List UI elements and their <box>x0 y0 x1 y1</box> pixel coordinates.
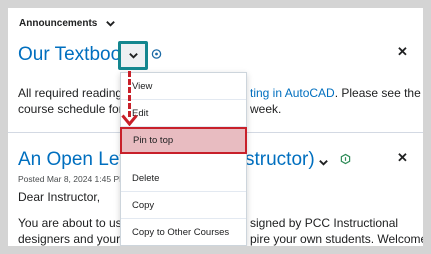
post2-meta: Posted Mar 8, 2024 1:45 PM <box>18 174 127 184</box>
menu-item-copy[interactable]: Copy <box>121 192 246 219</box>
chevron-down-icon <box>128 53 138 59</box>
annotation-arrow-head-icon <box>121 114 138 126</box>
dismiss-post1-close-icon[interactable]: ✕ <box>397 44 408 60</box>
menu-item-delete[interactable]: Delete <box>121 165 246 192</box>
post2-body-line1-tail: signed by PCC Instructional <box>250 216 399 230</box>
badge-icon <box>340 153 351 165</box>
dismiss-post2-close-icon[interactable]: ✕ <box>397 150 408 166</box>
widget-menu-chevron-icon[interactable] <box>105 18 116 29</box>
post2-body-line2-tail: pire your own students. Welcome! <box>250 232 423 246</box>
menu-item-pin-to-top[interactable]: Pin to top <box>120 127 247 154</box>
announcements-widget: Announcements Our Textbook ✕ All require… <box>8 8 423 246</box>
post1-body-line2-tail: week. <box>250 102 282 116</box>
post1-body-line1-tail: ting in AutoCAD. Please see the <box>250 86 421 100</box>
post2-menu-chevron-icon[interactable] <box>318 157 329 168</box>
context-menu: View Edit Pin to top Delete Copy Copy to… <box>120 72 247 246</box>
pin-icon <box>151 49 162 59</box>
post1-body-link[interactable]: ting in AutoCAD <box>250 86 335 100</box>
widget-title: Announcements <box>19 18 98 29</box>
post-title-our-textbook[interactable]: Our Textbook <box>18 44 131 66</box>
annotation-arrow-line <box>128 71 131 117</box>
menu-item-view[interactable]: View <box>121 73 246 100</box>
post1-context-menu-button[interactable] <box>118 41 148 70</box>
post-title-open-letter-tail[interactable]: structor) <box>245 149 315 171</box>
widget-header: Announcements <box>19 18 116 29</box>
menu-item-edit[interactable]: Edit <box>121 100 246 127</box>
post1-body-line1: All required reading w <box>18 86 135 100</box>
menu-item-copy-to-other-courses[interactable]: Copy to Other Courses <box>121 219 246 246</box>
post2-greeting: Dear Instructor, <box>18 190 101 204</box>
